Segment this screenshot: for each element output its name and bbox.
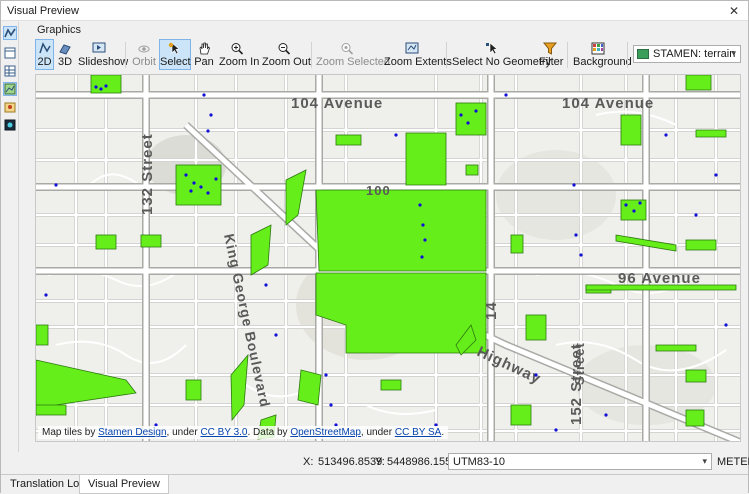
zoom-in-icon [231, 43, 244, 55]
x-coord-label: X: [303, 456, 314, 468]
zoom-out-button[interactable]: Zoom Out [261, 39, 311, 70]
crs-select[interactable]: UTM83-10 ▾ [448, 453, 712, 470]
chevron-down-icon: ▾ [702, 456, 707, 466]
street-label-104-avenue-east: 104 Avenue [562, 95, 654, 112]
select-no-geometry-icon [486, 42, 498, 55]
street-label-104-avenue-west: 104 Avenue [291, 95, 383, 112]
chevron-down-icon: ▾ [731, 48, 736, 58]
tab-visual-preview[interactable]: Visual Preview [79, 475, 169, 494]
basemap-terrain-icon [637, 49, 649, 59]
toolbar-separator [627, 42, 628, 68]
slideshow-icon [92, 42, 106, 53]
street-label-132-street: 132 Street [139, 133, 156, 215]
select-button[interactable]: Select [159, 39, 191, 70]
orbit-icon [138, 45, 150, 53]
window-title: Visual Preview [7, 5, 79, 17]
background-grid-icon [591, 42, 605, 55]
rail-dark-view-icon[interactable] [3, 118, 17, 132]
zoom-out-icon [278, 43, 291, 55]
background-button[interactable]: Background [572, 39, 632, 70]
graphics-group-label: Graphics [37, 24, 82, 36]
visual-preview-window: Visual Preview ✕ Graphics 2D 3D Slidesho… [0, 0, 749, 494]
title-bar: Visual Preview ✕ [1, 1, 748, 21]
slideshow-button[interactable]: Slideshow [77, 39, 128, 70]
view-3d-button[interactable]: 3D [55, 39, 75, 70]
basemap-select[interactable]: STAMEN: terrain ▾ [633, 45, 741, 63]
rail-table-icon[interactable] [3, 64, 17, 78]
zoom-in-button[interactable]: Zoom In [218, 39, 259, 70]
select-cursor-icon [168, 42, 180, 55]
coordinate-bar: X: 513496.8539 Y: 5448986.1553 UTM83-10 … [1, 452, 749, 472]
y-coord-value: 5448986.1553 [387, 456, 458, 468]
select-no-geometry-button[interactable]: Select No Geometry [451, 39, 551, 70]
rail-map-icon[interactable] [3, 82, 17, 96]
rail-feature-info-icon[interactable] [3, 100, 17, 114]
map-graphics: 104 Avenue 104 Avenue 100 132 Street Kin… [36, 75, 740, 441]
cc-by-sa-link[interactable]: CC BY SA [395, 427, 442, 438]
orbit-button[interactable]: Orbit [131, 39, 157, 70]
street-label-street: Street [572, 342, 587, 385]
left-toolbar-rail [1, 22, 19, 452]
filter-button[interactable]: Filter [538, 39, 563, 70]
rail-layers-icon[interactable] [3, 46, 17, 60]
rail-graphics-icon[interactable] [3, 26, 17, 40]
zoom-extents-icon [405, 42, 419, 54]
openstreetmap-link[interactable]: OpenStreetMap [290, 427, 361, 438]
toolbar-separator [125, 42, 126, 68]
zoom-selected-button[interactable]: Zoom Selected [315, 39, 390, 70]
map-attribution: Map tiles by Stamen Design, under CC BY … [38, 426, 449, 439]
map-canvas[interactable]: 104 Avenue 104 Avenue 100 132 Street Kin… [35, 74, 741, 442]
zoom-selected-icon [341, 43, 354, 55]
stamen-design-link[interactable]: Stamen Design [98, 427, 166, 438]
view-3d-icon [59, 44, 71, 55]
street-label-100: 100 [366, 183, 391, 198]
street-label-96-avenue: 96 Avenue [618, 270, 701, 287]
view-2d-icon [38, 42, 51, 54]
units-label: METER [717, 456, 749, 468]
cc-by-link[interactable]: CC BY 3.0 [200, 427, 247, 438]
street-label-14: 14 [483, 301, 500, 320]
toolbar-separator [446, 42, 447, 68]
bottom-tab-strip: Translation Log Visual Preview [1, 474, 748, 494]
y-coord-label: Y: [375, 456, 385, 468]
filter-funnel-icon [543, 42, 557, 55]
close-icon[interactable]: ✕ [726, 3, 742, 19]
toolbar-separator [567, 42, 568, 68]
pan-button[interactable]: Pan [193, 39, 215, 70]
zoom-extents-button[interactable]: Zoom Extents [383, 39, 452, 70]
x-coord-value: 513496.8539 [318, 456, 383, 468]
toolbar-separator [311, 42, 312, 68]
hand-pan-icon [199, 42, 210, 55]
view-2d-button[interactable]: 2D [35, 39, 54, 70]
